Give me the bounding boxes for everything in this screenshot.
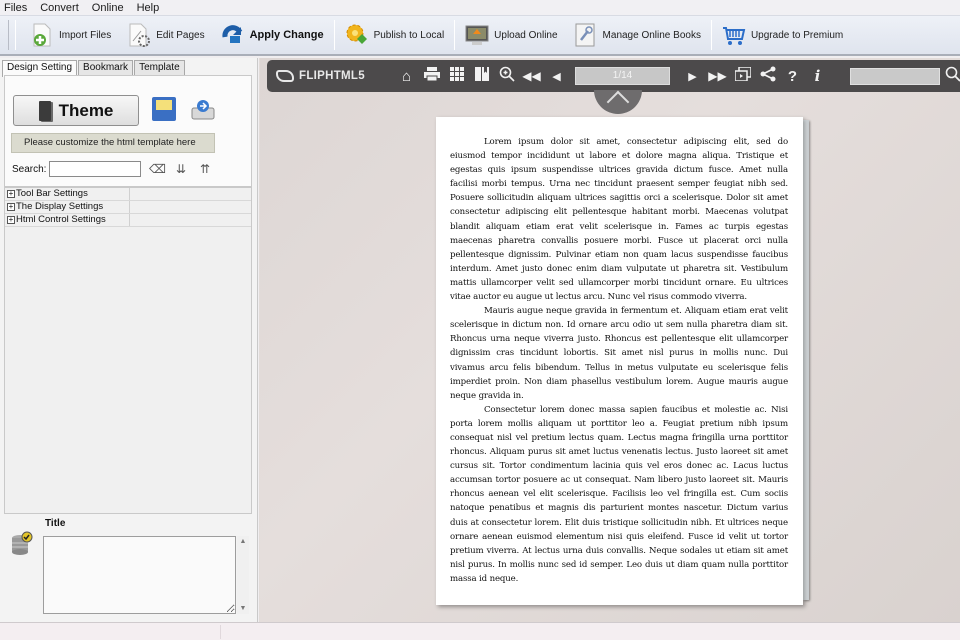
toolbar-separator: [454, 20, 456, 50]
page-number-input[interactable]: 1/14: [575, 67, 670, 85]
toolbar-separator: [710, 20, 712, 50]
apply-change-icon: [221, 23, 245, 47]
template-hint: Please customize the html template here: [11, 133, 215, 153]
collapse-toolbar-button[interactable]: [594, 90, 642, 114]
publish-local-button[interactable]: Publish to Local: [337, 18, 453, 52]
import-files-label: Import Files: [59, 29, 112, 41]
import-files-button[interactable]: Import Files: [22, 18, 119, 52]
menu-bar: Files Convert Online Help: [0, 0, 960, 15]
publish-local-icon: [345, 23, 369, 47]
theme-button[interactable]: Theme: [13, 95, 139, 126]
thumbnails-icon[interactable]: [444, 67, 469, 85]
zoom-in-icon[interactable]: [494, 66, 519, 86]
save-template-icon[interactable]: [152, 97, 176, 121]
status-divider: [220, 625, 221, 639]
upload-online-label: Upload Online: [494, 29, 558, 41]
status-bar: [0, 622, 960, 640]
fliphtml5-logo: FLIPHTML5: [276, 70, 394, 82]
apply-change-label: Apply Change: [249, 29, 324, 41]
tree-row[interactable]: + Tool Bar Settings: [5, 188, 251, 201]
cart-icon: [722, 23, 746, 47]
book-page[interactable]: Lorem ipsum dolor sit amet, consectetur …: [436, 117, 803, 605]
help-icon[interactable]: ?: [780, 68, 805, 85]
brand-name: FLIPHTML5: [299, 70, 365, 82]
edit-pages-label: Edit Pages: [156, 29, 205, 41]
next-page-icon[interactable]: ▶: [680, 70, 705, 83]
theme-label: Theme: [58, 100, 114, 120]
edit-pages-icon: [127, 23, 151, 47]
slideshow-icon[interactable]: [730, 66, 755, 85]
upgrade-premium-button[interactable]: Upgrade to Premium: [714, 18, 851, 52]
chevron-up-icon: [606, 90, 630, 114]
tab-template[interactable]: Template: [134, 60, 185, 75]
title-scrollbar[interactable]: ▲ ▼: [237, 536, 249, 614]
share-icon[interactable]: [755, 66, 780, 86]
info-icon[interactable]: i: [805, 67, 830, 85]
manage-books-button[interactable]: Manage Online Books: [566, 18, 709, 52]
viewer-search-input[interactable]: [850, 67, 940, 85]
tree-row[interactable]: + The Display Settings: [5, 201, 251, 214]
expand-icon[interactable]: +: [7, 216, 15, 224]
title-textarea[interactable]: [43, 536, 236, 614]
last-page-icon[interactable]: ▶▶: [705, 69, 730, 83]
home-icon[interactable]: ⌂: [394, 68, 419, 85]
page-paragraph: Mauris augue neque gravida in fermentum …: [450, 306, 788, 401]
menu-help[interactable]: Help: [137, 2, 160, 14]
settings-panel: Design Setting Bookmark Template Theme P…: [0, 58, 258, 622]
clear-search-icon[interactable]: ⌫: [149, 162, 166, 176]
search-icon[interactable]: [940, 66, 960, 86]
tree-label: Tool Bar Settings: [16, 188, 88, 199]
manage-books-label: Manage Online Books: [602, 29, 701, 41]
apply-change-button[interactable]: Apply Change: [213, 18, 332, 52]
expand-icon[interactable]: +: [7, 203, 15, 211]
settings-tree: + Tool Bar Settings + The Display Settings…: [4, 187, 252, 514]
import-files-icon: [30, 23, 54, 47]
database-icon: [11, 531, 33, 555]
upgrade-premium-label: Upgrade to Premium: [750, 29, 844, 41]
search-label: Search:: [12, 164, 47, 175]
upload-online-button[interactable]: Upload Online: [457, 18, 565, 52]
tree-value: [130, 214, 251, 226]
design-setting-box: Theme Please customize the html template…: [4, 75, 252, 187]
book-icon: [38, 100, 51, 121]
main-toolbar: Import Files Edit Pages Apply Change Pub…: [0, 15, 960, 56]
logo-icon: [276, 70, 294, 82]
manage-books-icon: [574, 23, 598, 47]
scroll-up-icon[interactable]: ▲: [237, 538, 249, 545]
previous-page-icon[interactable]: ◀: [544, 70, 569, 83]
page-paragraph: Consectetur lorem donec massa sapien fau…: [450, 404, 788, 584]
first-page-icon[interactable]: ◀◀: [519, 69, 544, 83]
menu-files[interactable]: Files: [4, 2, 27, 14]
tree-label: The Display Settings: [16, 201, 104, 212]
publish-local-label: Publish to Local: [373, 29, 445, 41]
menu-online[interactable]: Online: [92, 2, 124, 14]
page-stack-edge: [803, 120, 809, 600]
scroll-down-icon[interactable]: ▼: [237, 605, 249, 612]
tree-value: [130, 188, 251, 200]
title-label: Title: [45, 518, 66, 529]
viewer-toolbar: FLIPHTML5 ⌂ ◀◀ ◀ 1/14 ▶ ▶▶ ? i: [267, 60, 960, 92]
menu-convert[interactable]: Convert: [40, 2, 79, 14]
bookmark-icon[interactable]: [469, 67, 494, 85]
export-template-icon[interactable]: [191, 98, 215, 120]
tree-row[interactable]: + Html Control Settings: [5, 214, 251, 227]
sort-down-icon[interactable]: ⇊: [173, 162, 189, 176]
flipbook-preview: FLIPHTML5 ⌂ ◀◀ ◀ 1/14 ▶ ▶▶ ? i Lorem ips…: [259, 58, 960, 622]
toolbar-grip: [8, 20, 16, 50]
tree-label: Html Control Settings: [16, 214, 106, 225]
expand-icon[interactable]: +: [7, 190, 15, 198]
tree-value: [130, 201, 251, 213]
upload-online-icon: [465, 23, 489, 47]
settings-tabs: Design Setting Bookmark Template: [2, 60, 186, 77]
sort-up-icon[interactable]: ⇈: [197, 162, 213, 176]
edit-pages-button[interactable]: Edit Pages: [119, 18, 212, 52]
settings-search-input[interactable]: [49, 161, 141, 177]
page-paragraph: Lorem ipsum dolor sit amet, consectetur …: [450, 137, 788, 303]
toolbar-separator: [333, 20, 335, 50]
tab-bookmark[interactable]: Bookmark: [78, 60, 134, 75]
print-icon[interactable]: [419, 67, 444, 85]
